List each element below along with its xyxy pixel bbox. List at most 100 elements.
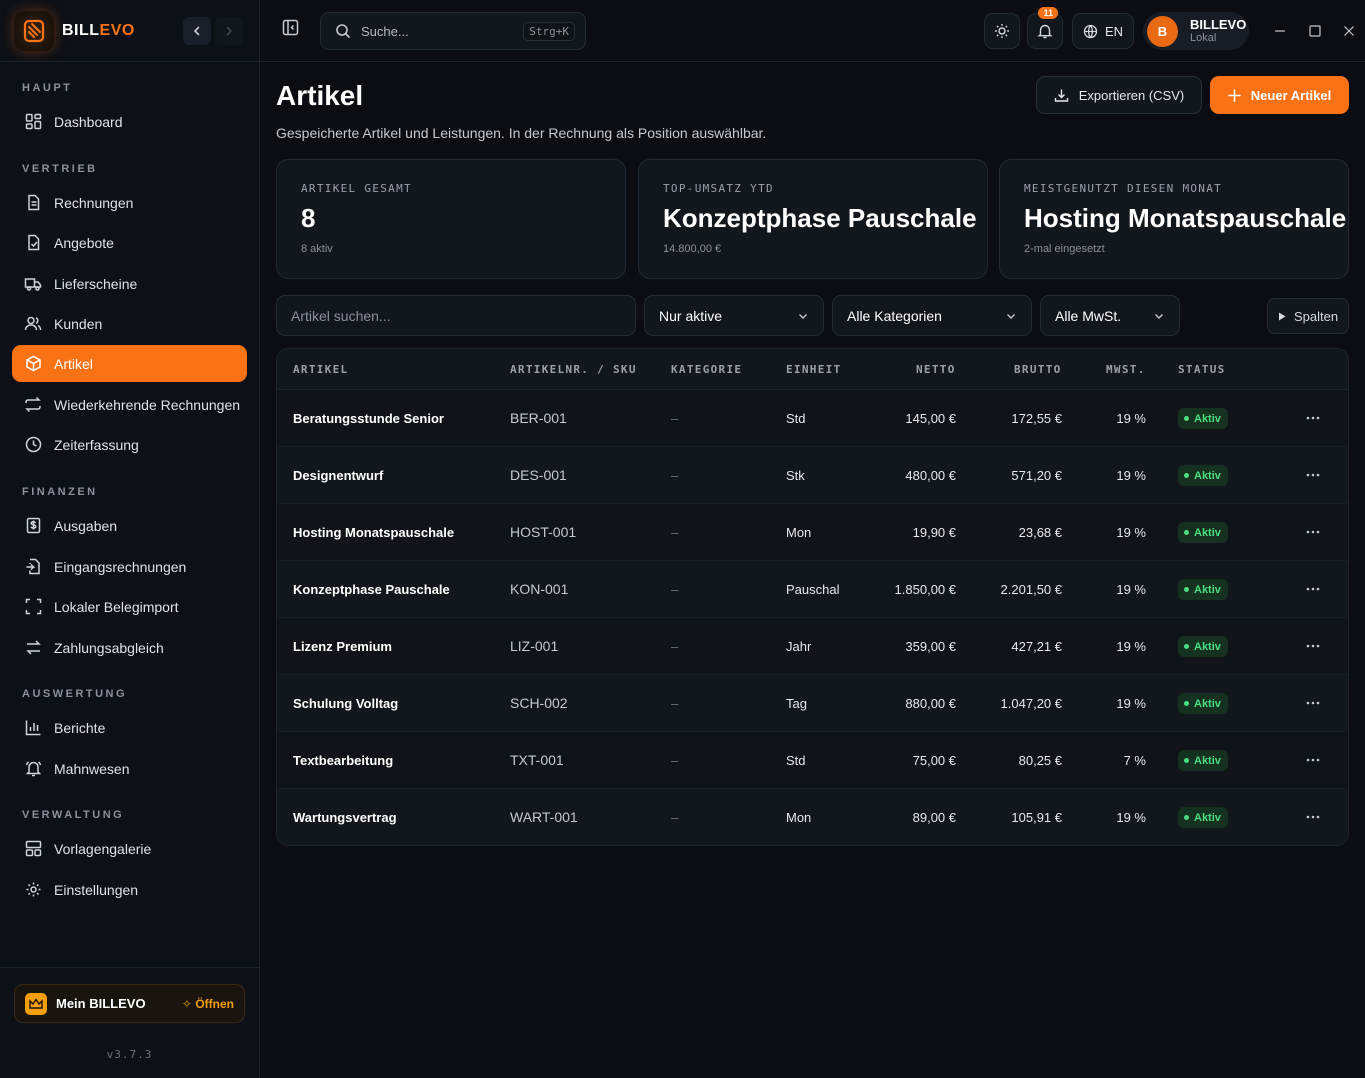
sidebar-item-artikel[interactable]: Artikel bbox=[12, 345, 247, 382]
article-vat: 19 % bbox=[1116, 810, 1146, 825]
sidebar-toggle-button[interactable] bbox=[282, 19, 299, 39]
article-search-input[interactable]: Artikel suchen... bbox=[276, 295, 636, 336]
status-badge: Aktiv bbox=[1178, 693, 1228, 714]
sidebar-item-label: Rechnungen bbox=[54, 194, 134, 211]
article-vat: 19 % bbox=[1116, 411, 1146, 426]
sidebar-item-label: Lieferscheine bbox=[54, 275, 138, 292]
open-button[interactable]: ✧ Öffnen bbox=[182, 997, 234, 1011]
dollar-document-icon bbox=[24, 517, 42, 535]
user-menu-button[interactable]: B BILLEVO Lokal bbox=[1143, 12, 1249, 50]
sidebar-item-angebote[interactable]: Angebote bbox=[12, 224, 247, 261]
new-article-label: Neuer Artikel bbox=[1250, 87, 1332, 103]
sidebar-item-zeiterfassung[interactable]: Zeiterfassung bbox=[12, 426, 247, 463]
sidebar-item-ausgaben[interactable]: Ausgaben bbox=[12, 507, 247, 544]
sidebar-item-kunden[interactable]: Kunden bbox=[12, 305, 247, 342]
row-actions-button[interactable] bbox=[1303, 809, 1323, 825]
more-horizontal-icon bbox=[1306, 416, 1320, 420]
forward-button[interactable] bbox=[215, 17, 243, 45]
sidebar-item-eingangsrechnungen[interactable]: Eingangsrechnungen bbox=[12, 548, 247, 585]
table-row[interactable]: Schulung Volltag SCH-002 – Tag 880,00 € … bbox=[277, 675, 1348, 732]
vat-filter-select[interactable]: Alle MwSt. bbox=[1040, 295, 1180, 336]
row-actions-button[interactable] bbox=[1303, 467, 1323, 483]
row-actions-button[interactable] bbox=[1303, 410, 1323, 426]
row-actions-button[interactable] bbox=[1303, 695, 1323, 711]
row-actions-button[interactable] bbox=[1303, 752, 1323, 768]
columns-button[interactable]: Spalten bbox=[1267, 298, 1349, 334]
maximize-window-button[interactable] bbox=[1306, 22, 1324, 40]
more-horizontal-icon bbox=[1306, 644, 1320, 648]
status-label: Aktiv bbox=[1194, 526, 1221, 539]
sidebar-item-einstellungen[interactable]: Einstellungen bbox=[12, 871, 247, 908]
close-window-button[interactable] bbox=[1340, 22, 1358, 40]
table-row[interactable]: Lizenz Premium LIZ-001 – Jahr 359,00 € 4… bbox=[277, 618, 1348, 675]
article-category: – bbox=[671, 525, 679, 540]
language-button[interactable]: EN bbox=[1072, 13, 1134, 49]
status-label: Aktiv bbox=[1194, 640, 1221, 653]
search-placeholder: Suche... bbox=[361, 23, 409, 39]
truck-icon bbox=[24, 275, 42, 293]
global-search-input[interactable]: Suche... Strg+K bbox=[320, 12, 586, 50]
sidebar-item-zahlungsabgleich[interactable]: Zahlungsabgleich bbox=[12, 629, 247, 666]
sidebar-item-wiederkehrende-rechnungen[interactable]: Wiederkehrende Rechnungen bbox=[12, 386, 247, 423]
back-button[interactable] bbox=[183, 17, 211, 45]
theme-toggle-button[interactable] bbox=[984, 13, 1020, 49]
chevron-left-icon bbox=[193, 26, 200, 36]
chevron-down-icon bbox=[1007, 313, 1015, 319]
status-dot-icon bbox=[1184, 473, 1189, 478]
article-net-price: 89,00 € bbox=[912, 810, 956, 825]
article-gross-price: 2.201,50 € bbox=[1000, 582, 1062, 597]
sidebar-item-rechnungen[interactable]: Rechnungen bbox=[12, 184, 247, 221]
row-actions-button[interactable] bbox=[1303, 524, 1323, 540]
table-row[interactable]: Hosting Monatspauschale HOST-001 – Mon 1… bbox=[277, 504, 1348, 561]
sidebar-item-vorlagengalerie[interactable]: Vorlagengalerie bbox=[12, 830, 247, 867]
table-row[interactable]: Wartungsvertrag WART-001 – Mon 89,00 € 1… bbox=[277, 789, 1348, 845]
column-header-sku[interactable]: ARTIKELNR. / SKU bbox=[510, 363, 637, 376]
article-vat: 19 % bbox=[1116, 639, 1146, 654]
table-row[interactable]: Beratungsstunde Senior BER-001 – Std 145… bbox=[277, 390, 1348, 447]
article-unit: Std bbox=[786, 753, 806, 768]
brand: BILLEVO bbox=[0, 0, 259, 62]
minimize-window-button[interactable] bbox=[1271, 22, 1289, 40]
article-unit: Mon bbox=[786, 525, 812, 540]
table-row[interactable]: Designentwurf DES-001 – Stk 480,00 € 571… bbox=[277, 447, 1348, 504]
globe-icon bbox=[1083, 24, 1098, 38]
stat-card-most-used: MEISTGENUTZT DIESEN MONAT Hosting Monats… bbox=[999, 159, 1349, 279]
column-header-artikel[interactable]: ARTIKEL bbox=[293, 363, 348, 376]
sidebar-item-lieferscheine[interactable]: Lieferscheine bbox=[12, 265, 247, 302]
sidebar-item-berichte[interactable]: Berichte bbox=[12, 709, 247, 746]
article-vat: 19 % bbox=[1116, 696, 1146, 711]
sidebar-item-label: Vorlagengalerie bbox=[54, 840, 152, 857]
notifications-button[interactable]: 11 bbox=[1027, 7, 1063, 49]
new-article-button[interactable]: Neuer Artikel bbox=[1210, 76, 1349, 114]
column-header-kategorie[interactable]: KATEGORIE bbox=[671, 363, 742, 376]
article-gross-price: 1.047,20 € bbox=[1000, 696, 1062, 711]
status-label: Aktiv bbox=[1194, 697, 1221, 710]
column-header-einheit[interactable]: EINHEIT bbox=[786, 363, 841, 376]
row-actions-button[interactable] bbox=[1303, 638, 1323, 654]
sidebar-item-dashboard[interactable]: Dashboard bbox=[12, 103, 247, 140]
status-filter-value: Nur aktive bbox=[659, 307, 723, 324]
article-net-price: 75,00 € bbox=[912, 753, 956, 768]
article-name: Hosting Monatspauschale bbox=[293, 525, 455, 540]
billevo-logo-icon[interactable] bbox=[14, 10, 54, 51]
category-filter-select[interactable]: Alle Kategorien bbox=[832, 295, 1032, 336]
table-row[interactable]: Konzeptphase Pauschale KON-001 – Pauscha… bbox=[277, 561, 1348, 618]
table-row[interactable]: Textbearbeitung TXT-001 – Std 75,00 € 80… bbox=[277, 732, 1348, 789]
status-filter-select[interactable]: Nur aktive bbox=[644, 295, 824, 336]
page-title: Artikel bbox=[276, 80, 364, 111]
row-actions-button[interactable] bbox=[1303, 581, 1323, 597]
stat-card-value: Konzeptphase Pauschale bbox=[663, 203, 977, 233]
close-icon bbox=[1344, 26, 1354, 36]
export-csv-button[interactable]: Exportieren (CSV) bbox=[1036, 76, 1202, 114]
sidebar-item-lokaler-belegimport[interactable]: Lokaler Belegimport bbox=[12, 588, 247, 625]
more-horizontal-icon bbox=[1306, 758, 1320, 762]
column-header-brutto[interactable]: BRUTTO bbox=[1014, 363, 1062, 376]
gear-icon bbox=[24, 881, 42, 899]
sidebar-item-label: Eingangsrechnungen bbox=[54, 558, 187, 575]
sidebar-item-mahnwesen[interactable]: Mahnwesen bbox=[12, 750, 247, 787]
column-header-status[interactable]: STATUS bbox=[1178, 363, 1226, 376]
mein-billevo-card[interactable]: Mein BILLEVO ✧ Öffnen bbox=[14, 984, 245, 1023]
column-header-netto[interactable]: NETTO bbox=[916, 363, 956, 376]
brand-name-part: BILL bbox=[62, 21, 100, 39]
column-header-mwst[interactable]: MWST. bbox=[1106, 363, 1146, 376]
